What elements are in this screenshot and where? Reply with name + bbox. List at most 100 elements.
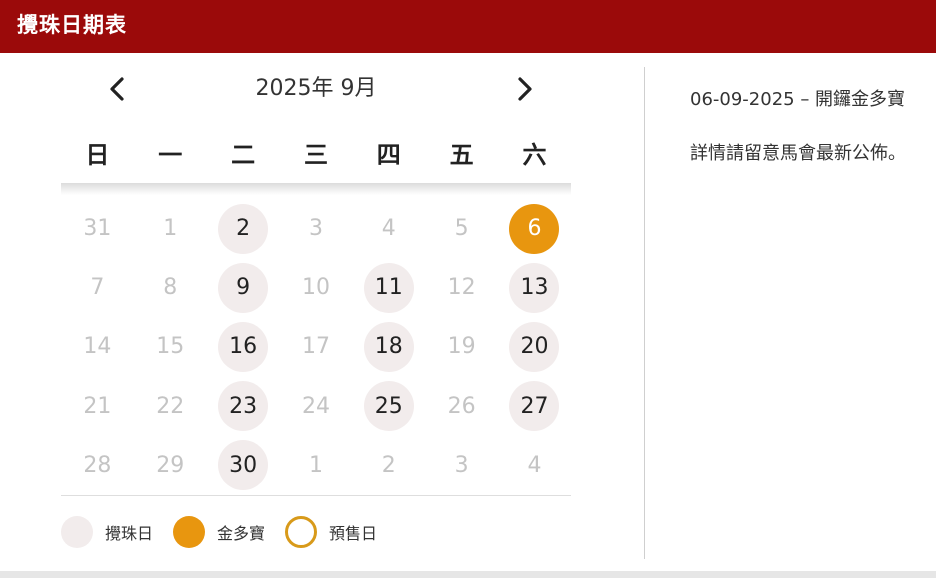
calendar-day-other: 2 xyxy=(352,436,425,495)
calendar-day-cur: 8 xyxy=(134,258,207,317)
day-number: 9 xyxy=(218,262,269,313)
calendar-day-cur: 26 xyxy=(425,377,498,436)
calendar-week-row: 31 1 2 3 4 5 6 xyxy=(61,199,571,258)
calendar-day-cur: 28 xyxy=(61,436,134,495)
panel-divider xyxy=(644,67,645,559)
day-number: 19 xyxy=(447,334,476,360)
next-month-button[interactable] xyxy=(509,73,541,105)
day-number: 2 xyxy=(381,452,396,478)
calendar-day-other: 31 xyxy=(61,199,134,258)
calendar-navigation: 2025年 9月 xyxy=(61,67,571,111)
weekday-label: 二 xyxy=(231,141,256,169)
calendar-day-cur: 17 xyxy=(280,317,353,376)
calendar-day-race[interactable]: 16 xyxy=(207,317,280,376)
weekday-label: 日 xyxy=(85,141,110,169)
calendar-day-race[interactable]: 18 xyxy=(352,317,425,376)
day-number: 7 xyxy=(90,275,105,301)
day-number: 20 xyxy=(509,321,560,372)
calendar-week-row: 14 15 16 17 18 19 20 xyxy=(61,317,571,376)
calendar-day-race[interactable]: 27 xyxy=(498,377,571,436)
month-title: 2025年 9月 xyxy=(255,76,377,101)
page-title: 攪珠日期表 xyxy=(17,13,127,37)
day-number: 30 xyxy=(218,440,269,491)
draw-info: 06-09-2025 – 開鑼金多寶 詳情請留意馬會最新公佈。 xyxy=(690,87,936,167)
day-number: 1 xyxy=(308,452,323,478)
weekday-label: 五 xyxy=(449,141,474,169)
calendar-day-cur: 29 xyxy=(134,436,207,495)
day-number: 10 xyxy=(301,275,330,301)
calendar-day-race[interactable]: 30 xyxy=(207,436,280,495)
presale-ring-icon xyxy=(285,516,318,548)
day-number: 24 xyxy=(301,393,330,419)
legend-label: 金多寶 xyxy=(217,524,266,543)
jackpot-dot-icon xyxy=(173,516,206,548)
legend-label: 攪珠日 xyxy=(105,524,154,543)
weekday-label: 六 xyxy=(522,141,547,169)
day-number: 18 xyxy=(363,321,414,372)
day-number: 4 xyxy=(381,216,396,242)
calendar-day-race[interactable]: 11 xyxy=(352,258,425,317)
calendar-day-cur: 7 xyxy=(61,258,134,317)
calendar-day-jackpot[interactable]: 6 xyxy=(498,199,571,258)
race-day-dot-icon xyxy=(61,516,93,548)
day-number: 11 xyxy=(363,262,414,313)
day-number: 29 xyxy=(156,452,185,478)
draw-notice-text: 詳情請留意馬會最新公佈。 xyxy=(690,143,906,164)
calendar-day-cur: 24 xyxy=(280,377,353,436)
header-shadow xyxy=(61,183,571,195)
calendar-day-cur: 19 xyxy=(425,317,498,376)
calendar-day-cur: 22 xyxy=(134,377,207,436)
day-number: 26 xyxy=(447,393,476,419)
day-number: 13 xyxy=(509,262,560,313)
calendar-day-cur: 4 xyxy=(352,199,425,258)
day-number: 4 xyxy=(527,452,542,478)
day-number: 16 xyxy=(218,321,269,372)
calendar-day-cur: 1 xyxy=(134,199,207,258)
weekday-label: 一 xyxy=(158,141,183,169)
legend-presale-day: 預售日 xyxy=(285,516,377,548)
calendar-grid: 31 1 2 3 4 5 6 7 8 9 10 11 12 13 14 15 16 17 18 19 20 21 22 23 2… xyxy=(61,199,571,495)
calendar-week-row: 28 29 30 1 2 3 4 xyxy=(61,436,571,495)
weekday-label: 三 xyxy=(303,141,328,169)
calendar-day-race[interactable]: 9 xyxy=(207,258,280,317)
day-number: 3 xyxy=(308,216,323,242)
calendar-day-other: 1 xyxy=(280,436,353,495)
day-number: 14 xyxy=(83,334,112,360)
legend-divider xyxy=(61,495,571,496)
day-number: 21 xyxy=(83,393,112,419)
calendar-week-row: 21 22 23 24 25 26 27 xyxy=(61,377,571,436)
calendar-day-race[interactable]: 13 xyxy=(498,258,571,317)
calendar-day-cur: 10 xyxy=(280,258,353,317)
draw-event-text: 06-09-2025 – 開鑼金多寶 xyxy=(690,89,906,110)
day-number: 8 xyxy=(163,275,178,301)
calendar-day-cur: 15 xyxy=(134,317,207,376)
calendar-day-race[interactable]: 20 xyxy=(498,317,571,376)
day-number: 23 xyxy=(218,381,269,432)
weekday-header: 日 一 二 三 四 五 六 xyxy=(61,133,571,177)
day-number: 28 xyxy=(83,452,112,478)
day-number: 15 xyxy=(156,334,185,360)
day-number: 25 xyxy=(363,381,414,432)
calendar-day-cur: 3 xyxy=(280,199,353,258)
legend-race-day: 攪珠日 xyxy=(61,516,153,548)
chevron-right-icon xyxy=(518,77,532,101)
calendar-day-race[interactable]: 23 xyxy=(207,377,280,436)
day-number: 31 xyxy=(83,216,112,242)
calendar-day-race[interactable]: 25 xyxy=(352,377,425,436)
calendar-day-cur: 21 xyxy=(61,377,134,436)
calendar-week-row: 7 8 9 10 11 12 13 xyxy=(61,258,571,317)
legend-jackpot-day: 金多寶 xyxy=(173,516,265,548)
day-number: 5 xyxy=(454,216,469,242)
app-header: 攪珠日期表 xyxy=(0,0,936,53)
calendar-day-cur: 14 xyxy=(61,317,134,376)
day-number: 1 xyxy=(163,216,178,242)
calendar-day-cur: 5 xyxy=(425,199,498,258)
calendar-panel: 2025年 9月 日 一 二 三 四 五 六 31 1 2 3 4 5 6 7 8 9 10 11 12… xyxy=(0,53,936,571)
day-number: 2 xyxy=(218,203,269,254)
calendar-legend: 攪珠日 金多寶 預售日 xyxy=(61,515,397,549)
calendar-day-race[interactable]: 2 xyxy=(207,199,280,258)
calendar-day-other: 3 xyxy=(425,436,498,495)
day-number: 22 xyxy=(156,393,185,419)
weekday-label: 四 xyxy=(376,141,401,169)
day-number: 12 xyxy=(447,275,476,301)
